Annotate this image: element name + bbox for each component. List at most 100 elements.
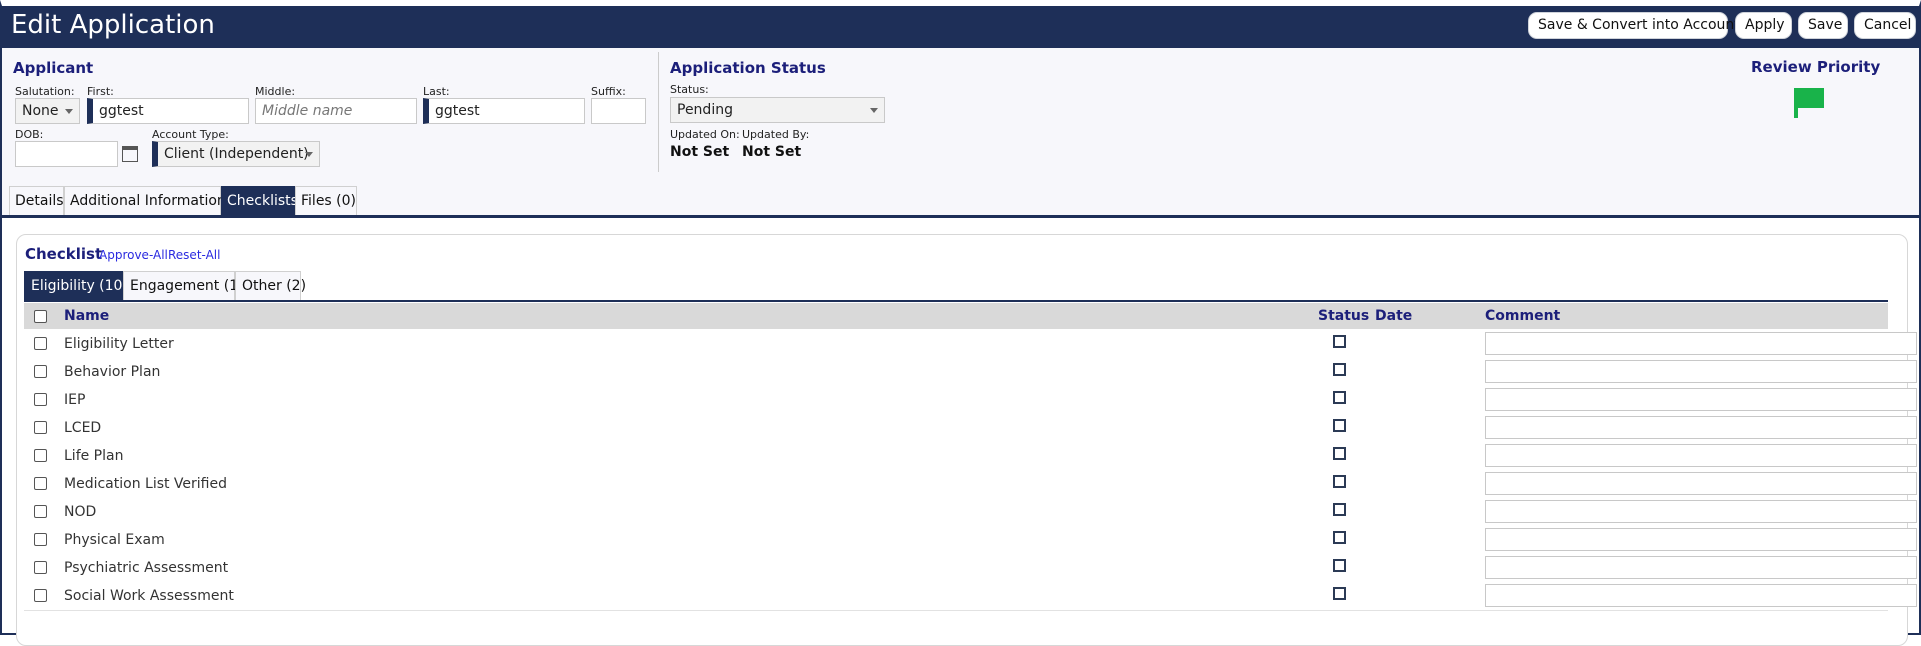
account-type-value: Client (Independent)	[164, 146, 309, 162]
first-name-input[interactable]: ggtest	[87, 98, 249, 124]
chevron-down-icon	[870, 108, 878, 113]
applicant-section-title: Applicant	[13, 59, 94, 77]
status-checkbox[interactable]	[1333, 531, 1346, 544]
tab-additional-information[interactable]: Additional Information	[64, 186, 226, 216]
row-checkbox[interactable]	[34, 561, 47, 574]
subtab-other[interactable]: Other (2)	[235, 271, 306, 301]
application-status-title: Application Status	[670, 59, 826, 77]
row-name: Medication List Verified	[64, 476, 228, 492]
row-name: Psychiatric Assessment	[64, 560, 229, 576]
cancel-button[interactable]: Cancel	[1854, 12, 1916, 39]
tab-checklists[interactable]: Checklists	[221, 186, 298, 216]
comment-input[interactable]	[1485, 416, 1917, 439]
save-convert-button[interactable]: Save & Convert into Account	[1528, 12, 1740, 39]
row-checkbox[interactable]	[34, 337, 47, 350]
comment-input[interactable]	[1485, 584, 1917, 607]
column-date: Date	[1375, 308, 1413, 324]
reset-all-link[interactable]: Reset-All	[168, 248, 220, 262]
row-checkbox[interactable]	[34, 477, 47, 490]
last-name-label: Last:	[423, 85, 450, 98]
row-checkbox[interactable]	[34, 365, 47, 378]
checklist-title: Checklist	[25, 245, 103, 263]
status-checkbox[interactable]	[1333, 587, 1346, 600]
updated-on-value: Not Set	[670, 144, 730, 160]
tab-details[interactable]: Details	[9, 186, 64, 216]
table-row: Social Work Assessment	[24, 582, 1917, 611]
updated-on-label: Updated On:	[670, 128, 740, 141]
subtab-underline	[24, 300, 1888, 302]
row-name: Eligibility Letter	[64, 336, 174, 352]
status-checkbox[interactable]	[1333, 363, 1346, 376]
edit-application-window: Edit Application Save & Convert into Acc…	[0, 0, 1921, 646]
column-status: Status	[1318, 308, 1370, 324]
comment-input[interactable]	[1485, 556, 1917, 579]
table-row: Physical Exam	[24, 526, 1917, 555]
updated-by-value: Not Set	[742, 144, 802, 160]
row-checkbox[interactable]	[34, 393, 47, 406]
status-checkbox[interactable]	[1333, 475, 1346, 488]
row-name: Physical Exam	[64, 532, 165, 548]
column-name: Name	[64, 308, 110, 324]
status-value: Pending	[677, 102, 733, 118]
table-row: Eligibility Letter	[24, 330, 1917, 359]
comment-input[interactable]	[1485, 332, 1917, 355]
status-checkbox[interactable]	[1333, 559, 1346, 572]
account-type-label: Account Type:	[152, 128, 229, 141]
flag-banner	[1798, 88, 1824, 108]
subtab-engagement[interactable]: Engagement (1)	[123, 271, 244, 301]
table-row: LCED	[24, 414, 1917, 443]
approve-all-link[interactable]: Approve-All	[99, 248, 168, 262]
suffix-label: Suffix:	[591, 85, 626, 98]
status-label: Status:	[670, 83, 709, 96]
chevron-down-icon	[305, 152, 313, 157]
save-button[interactable]: Save	[1798, 12, 1848, 39]
comment-input[interactable]	[1485, 472, 1917, 495]
comment-input[interactable]	[1485, 360, 1917, 383]
table-row: Medication List Verified	[24, 470, 1917, 499]
first-name-label: First:	[87, 85, 114, 98]
select-all-checkbox[interactable]	[34, 310, 47, 323]
row-checkbox[interactable]	[34, 505, 47, 518]
column-comment: Comment	[1485, 308, 1561, 324]
comment-input[interactable]	[1485, 444, 1917, 467]
table-row: Life Plan	[24, 442, 1917, 471]
comment-input[interactable]	[1485, 500, 1917, 523]
tab-files[interactable]: Files (0)	[295, 186, 357, 216]
status-checkbox[interactable]	[1333, 503, 1346, 516]
table-row: Psychiatric Assessment	[24, 554, 1917, 583]
middle-name-label: Middle:	[255, 85, 296, 98]
row-checkbox[interactable]	[34, 449, 47, 462]
checklist-panel: Checklist Approve-All Reset-All Eligibil…	[16, 234, 1917, 646]
status-checkbox[interactable]	[1333, 391, 1346, 404]
row-name: Social Work Assessment	[64, 588, 234, 604]
dob-input[interactable]	[15, 141, 118, 167]
checklist-table-header: Name Status Date Comment	[24, 303, 1888, 329]
updated-by-label: Updated By:	[742, 128, 810, 141]
middle-name-input[interactable]: Middle name	[255, 98, 417, 124]
row-checkbox[interactable]	[34, 421, 47, 434]
account-type-select[interactable]: Client (Independent)	[152, 141, 320, 167]
row-name: Behavior Plan	[64, 364, 161, 380]
suffix-input[interactable]	[591, 98, 646, 124]
row-name: IEP	[64, 392, 86, 408]
chevron-down-icon	[65, 109, 73, 114]
table-row: IEP	[24, 386, 1917, 415]
review-priority-title: Review Priority	[1751, 58, 1881, 76]
calendar-icon[interactable]	[122, 146, 138, 162]
section-divider	[658, 52, 659, 172]
salutation-value: None	[22, 103, 59, 119]
status-checkbox[interactable]	[1333, 335, 1346, 348]
status-select[interactable]: Pending	[670, 97, 885, 123]
tab-underline	[2, 215, 1919, 218]
last-name-input[interactable]: ggtest	[423, 98, 585, 124]
row-name: Life Plan	[64, 448, 124, 464]
comment-input[interactable]	[1485, 528, 1917, 551]
row-checkbox[interactable]	[34, 533, 47, 546]
salutation-select[interactable]: None	[15, 98, 80, 124]
comment-input[interactable]	[1485, 388, 1917, 411]
status-checkbox[interactable]	[1333, 419, 1346, 432]
row-checkbox[interactable]	[34, 589, 47, 602]
status-checkbox[interactable]	[1333, 447, 1346, 460]
apply-button[interactable]: Apply	[1735, 12, 1792, 39]
subtab-eligibility[interactable]: Eligibility (10)	[24, 271, 128, 301]
